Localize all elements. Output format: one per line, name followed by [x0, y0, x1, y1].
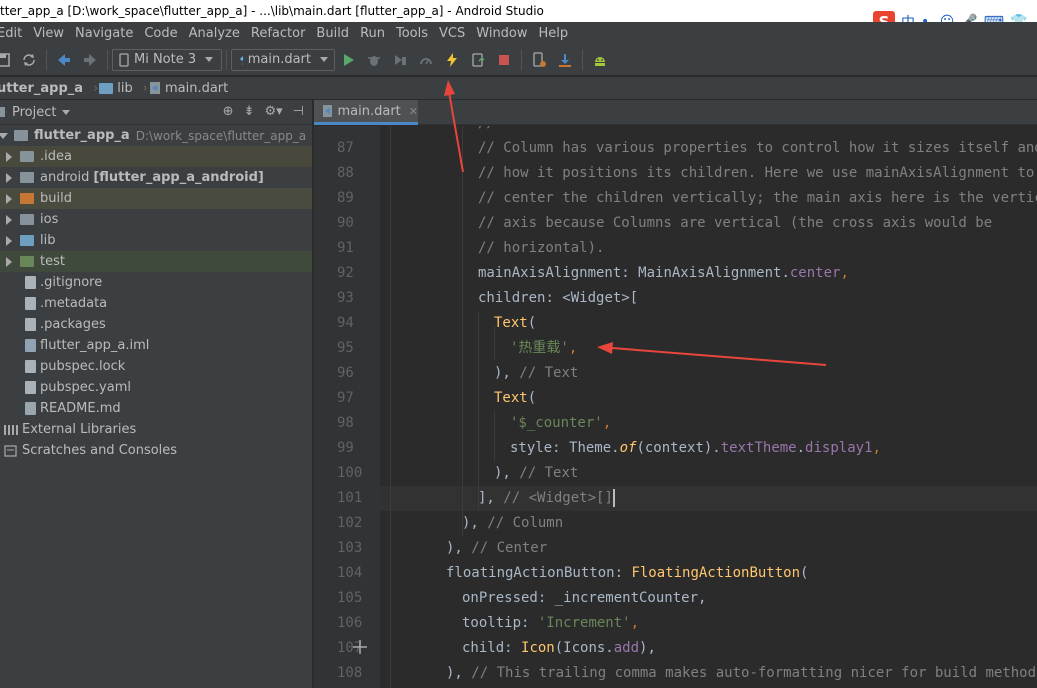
- annotation-arrows: [444, 80, 827, 366]
- annotation-arrow-hot-reload: [444, 80, 464, 173]
- annotation-arrow-string: [597, 342, 827, 366]
